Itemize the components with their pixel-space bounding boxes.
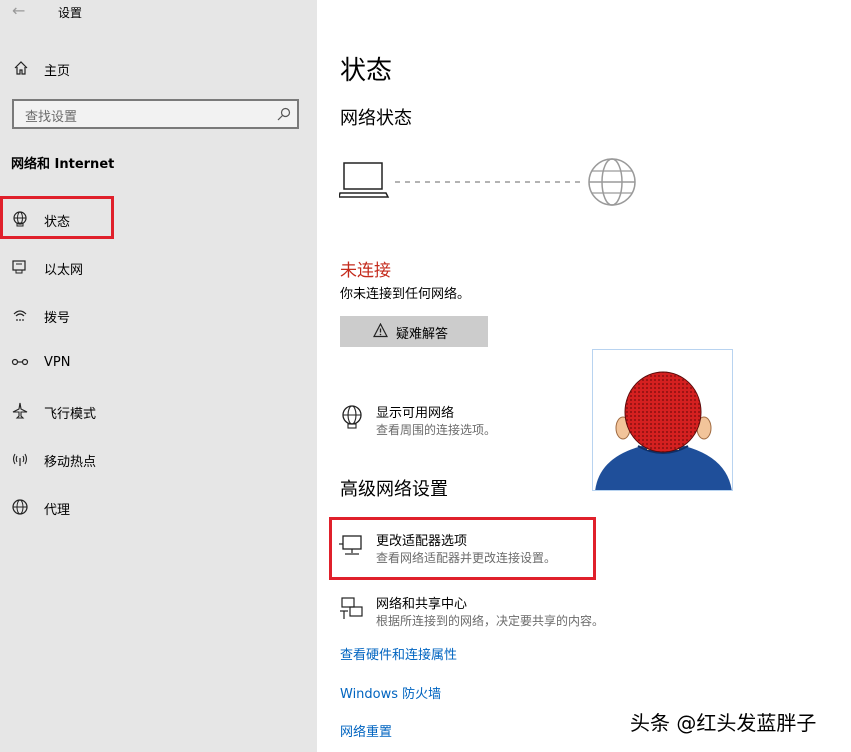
troubleshoot-label: 疑难解答 [396, 327, 449, 342]
option-description: 查看周围的连接选项。 [376, 423, 497, 437]
show-available-networks[interactable]: 显示可用网络 查看周围的连接选项。 [337, 402, 737, 442]
globe-icon [12, 499, 28, 515]
troubleshoot-button[interactable]: 疑难解答 [340, 316, 488, 347]
sidebar-item-label: 主页 [44, 64, 71, 79]
title-bar: ← 设置 [0, 0, 317, 24]
sidebar-item-label: 拨号 [44, 311, 71, 326]
sidebar-item-airplane[interactable]: 飞行模式 [0, 396, 317, 426]
search-icon[interactable] [277, 107, 291, 121]
watermark: 头条 @红头发蓝胖子 [630, 711, 817, 735]
hotspot-icon [12, 453, 28, 466]
home-icon [14, 61, 28, 75]
ethernet-icon [12, 260, 26, 274]
sidebar-item-label: 代理 [44, 503, 71, 518]
internet-globe-icon [588, 158, 636, 206]
airplane-icon [12, 402, 28, 419]
sidebar-item-vpn[interactable]: VPN [0, 348, 317, 378]
option-title: 网络和共享中心 [376, 597, 468, 612]
sharing-center-icon [340, 597, 363, 619]
status-text: 未连接 [340, 261, 391, 281]
main-content: 状态 网络状态 未连接 你未连接到任何网络。 疑难解答 显示可用网络 查看周围的… [317, 0, 851, 752]
network-sharing-center[interactable]: 网络和共享中心 根据所连接到的网络，决定要共享的内容。 [337, 593, 737, 633]
sidebar-item-hotspot[interactable]: 移动热点 [0, 444, 317, 474]
laptop-icon [339, 162, 390, 198]
link-windows-firewall[interactable]: Windows 防火墙 [340, 683, 441, 702]
option-description: 根据所连接到的网络，决定要共享的内容。 [376, 614, 605, 628]
vpn-icon [11, 358, 29, 366]
search-placeholder: 查找设置 [25, 110, 78, 125]
advanced-settings-heading: 高级网络设置 [340, 479, 448, 500]
app-title: 设置 [58, 6, 83, 20]
sidebar-item-label: 以太网 [44, 263, 84, 278]
highlight-box-status [0, 196, 114, 239]
back-arrow-icon[interactable]: ← [12, 2, 30, 20]
network-status-heading: 网络状态 [340, 108, 412, 129]
search-input[interactable]: 查找设置 [12, 99, 299, 129]
page-title: 状态 [340, 56, 393, 86]
section-title: 网络和 Internet [11, 157, 115, 172]
globe-icon [342, 405, 362, 429]
sidebar-item-proxy[interactable]: 代理 [0, 492, 317, 522]
sidebar-item-dialup[interactable]: 拨号 [0, 300, 317, 330]
status-description: 你未连接到任何网络。 [340, 287, 471, 302]
option-title: 显示可用网络 [376, 406, 455, 421]
link-hardware-properties[interactable]: 查看硬件和连接属性 [340, 644, 457, 663]
dialup-icon [13, 310, 27, 321]
link-network-reset[interactable]: 网络重置 [340, 721, 392, 740]
sidebar-item-home[interactable]: 主页 [0, 56, 317, 82]
sidebar-item-label: 飞行模式 [44, 407, 97, 422]
network-diagram [339, 158, 636, 206]
sidebar-item-label: VPN [44, 355, 71, 370]
sidebar-item-label: 移动热点 [44, 455, 97, 470]
sidebar: ← 设置 主页 查找设置 网络和 Internet 状态 以太网 拨号 VPN … [0, 0, 317, 752]
warning-icon [373, 323, 388, 338]
highlight-box-adapter [329, 517, 596, 580]
sidebar-item-ethernet[interactable]: 以太网 [0, 252, 317, 282]
